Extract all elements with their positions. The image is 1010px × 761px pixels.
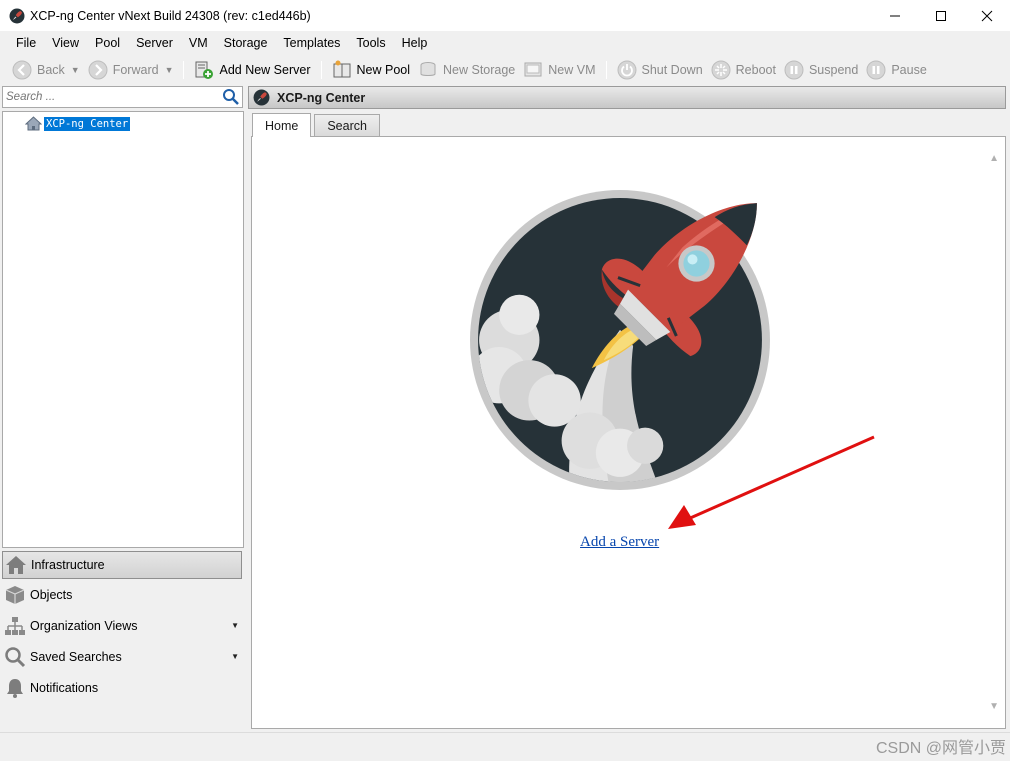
new-storage-icon xyxy=(420,61,436,76)
window-title: XCP-ng Center vNext Build 24308 (rev: c1… xyxy=(30,8,311,23)
navigation-views: Infrastructure Objects Organization View… xyxy=(2,551,244,703)
maximize-button[interactable] xyxy=(918,0,964,31)
pause-label: Pause xyxy=(891,62,927,77)
minimize-icon xyxy=(890,15,900,16)
house-icon xyxy=(6,556,26,574)
menu-templates[interactable]: Templates xyxy=(275,36,348,50)
menu-tools[interactable]: Tools xyxy=(348,36,393,50)
menu-pool[interactable]: Pool xyxy=(87,36,128,50)
close-icon xyxy=(981,10,993,21)
new-vm-label: New VM xyxy=(548,62,596,77)
menu-vm[interactable]: VM xyxy=(181,36,216,50)
forward-label: Forward xyxy=(112,62,159,77)
minimize-button[interactable] xyxy=(872,0,918,31)
forward-arrow-icon xyxy=(88,60,108,79)
maximize-icon xyxy=(936,10,946,21)
new-vm-button[interactable]: New VM xyxy=(519,58,599,82)
page-title: XCP-ng Center xyxy=(277,90,366,105)
nav-organization-views-label: Organization Views xyxy=(30,618,138,633)
nav-saved-searches[interactable]: Saved Searches ▼ xyxy=(2,641,244,672)
add-server-icon xyxy=(195,61,214,79)
back-dropdown-icon[interactable]: ▼ xyxy=(71,65,80,75)
tab-strip: Home Search xyxy=(252,113,383,137)
suspend-button[interactable]: Suspend xyxy=(780,58,862,82)
suspend-icon xyxy=(784,60,804,79)
menu-help[interactable]: Help xyxy=(394,36,436,50)
title-bar: XCP-ng Center vNext Build 24308 (rev: c1… xyxy=(0,0,1010,31)
bell-icon xyxy=(7,678,23,698)
new-pool-label: New Pool xyxy=(356,62,411,77)
chevron-down-icon[interactable]: ▼ xyxy=(231,652,239,661)
reboot-label: Reboot xyxy=(735,62,776,77)
scroll-up-icon[interactable]: ▲ xyxy=(989,153,999,164)
tab-home[interactable]: Home xyxy=(252,113,312,137)
new-pool-button[interactable]: New Pool xyxy=(328,58,415,82)
tree-root-label: XCP-ng Center xyxy=(44,116,131,131)
forward-dropdown-icon[interactable]: ▼ xyxy=(165,65,174,75)
new-pool-icon xyxy=(333,60,350,77)
add-new-server-button[interactable]: Add New Server xyxy=(190,58,314,82)
new-storage-label: New Storage xyxy=(443,62,516,77)
status-bar xyxy=(0,732,1010,761)
back-button[interactable]: Back ▼ xyxy=(8,58,84,82)
scroll-down-icon[interactable]: ▼ xyxy=(989,701,999,712)
app-logo-icon xyxy=(9,8,25,23)
cube-icon xyxy=(5,585,25,604)
nav-saved-searches-label: Saved Searches xyxy=(30,649,122,664)
nav-organization-views[interactable]: Organization Views ▼ xyxy=(2,610,244,641)
pause-button[interactable]: Pause xyxy=(862,58,930,82)
new-storage-button[interactable]: New Storage xyxy=(414,58,519,82)
shut-down-label: Shut Down xyxy=(641,62,703,77)
tab-search[interactable]: Search xyxy=(314,114,380,137)
tree-root-node[interactable]: XCP-ng Center xyxy=(25,116,131,131)
menu-bar: File View Pool Server VM Storage Templat… xyxy=(0,32,1010,54)
nav-infrastructure[interactable]: Infrastructure xyxy=(2,551,242,579)
watermark: CSDN @网管小贾 xyxy=(875,740,1006,757)
chevron-down-icon[interactable]: ▼ xyxy=(231,621,239,630)
magnifier-icon xyxy=(5,646,26,667)
search-icon[interactable] xyxy=(222,88,240,106)
menu-file[interactable]: File xyxy=(8,36,44,50)
pause-icon xyxy=(866,60,886,79)
nav-objects-label: Objects xyxy=(30,587,73,602)
red-arrow-annotation xyxy=(668,435,875,529)
new-vm-icon xyxy=(524,62,542,76)
reboot-icon xyxy=(711,60,731,79)
nav-notifications-label: Notifications xyxy=(30,680,99,695)
toolbar-separator xyxy=(183,60,185,79)
back-arrow-icon xyxy=(12,60,32,79)
shut-down-button[interactable]: Shut Down xyxy=(613,58,707,82)
app-logo-icon xyxy=(253,89,270,106)
menu-storage[interactable]: Storage xyxy=(216,36,276,50)
menu-server[interactable]: Server xyxy=(128,36,181,50)
power-icon xyxy=(617,60,636,79)
forward-button[interactable]: Forward ▼ xyxy=(84,58,178,82)
toolbar: Back ▼ Forward ▼ Add New Server New Pool… xyxy=(0,55,1010,84)
search-input[interactable] xyxy=(3,91,213,103)
menu-view[interactable]: View xyxy=(44,36,87,50)
add-new-server-label: Add New Server xyxy=(219,62,311,77)
context-header: XCP-ng Center xyxy=(248,86,1006,109)
org-chart-icon xyxy=(5,616,25,635)
nav-objects[interactable]: Objects xyxy=(2,579,244,610)
nav-notifications[interactable]: Notifications xyxy=(2,672,244,703)
home-icon xyxy=(25,116,42,131)
home-panel: ▲ ▼ Add a Server xyxy=(251,136,1006,729)
sidebar-search xyxy=(2,86,243,108)
nav-infrastructure-label: Infrastructure xyxy=(31,558,105,572)
resource-tree: XCP-ng Center xyxy=(2,111,244,548)
add-server-link[interactable]: Add a Server xyxy=(580,534,659,551)
suspend-label: Suspend xyxy=(808,62,859,77)
toolbar-separator xyxy=(605,60,607,79)
reboot-button[interactable]: Reboot xyxy=(707,58,780,82)
back-label: Back xyxy=(37,62,65,77)
close-button[interactable] xyxy=(964,0,1010,31)
toolbar-separator xyxy=(320,60,322,79)
